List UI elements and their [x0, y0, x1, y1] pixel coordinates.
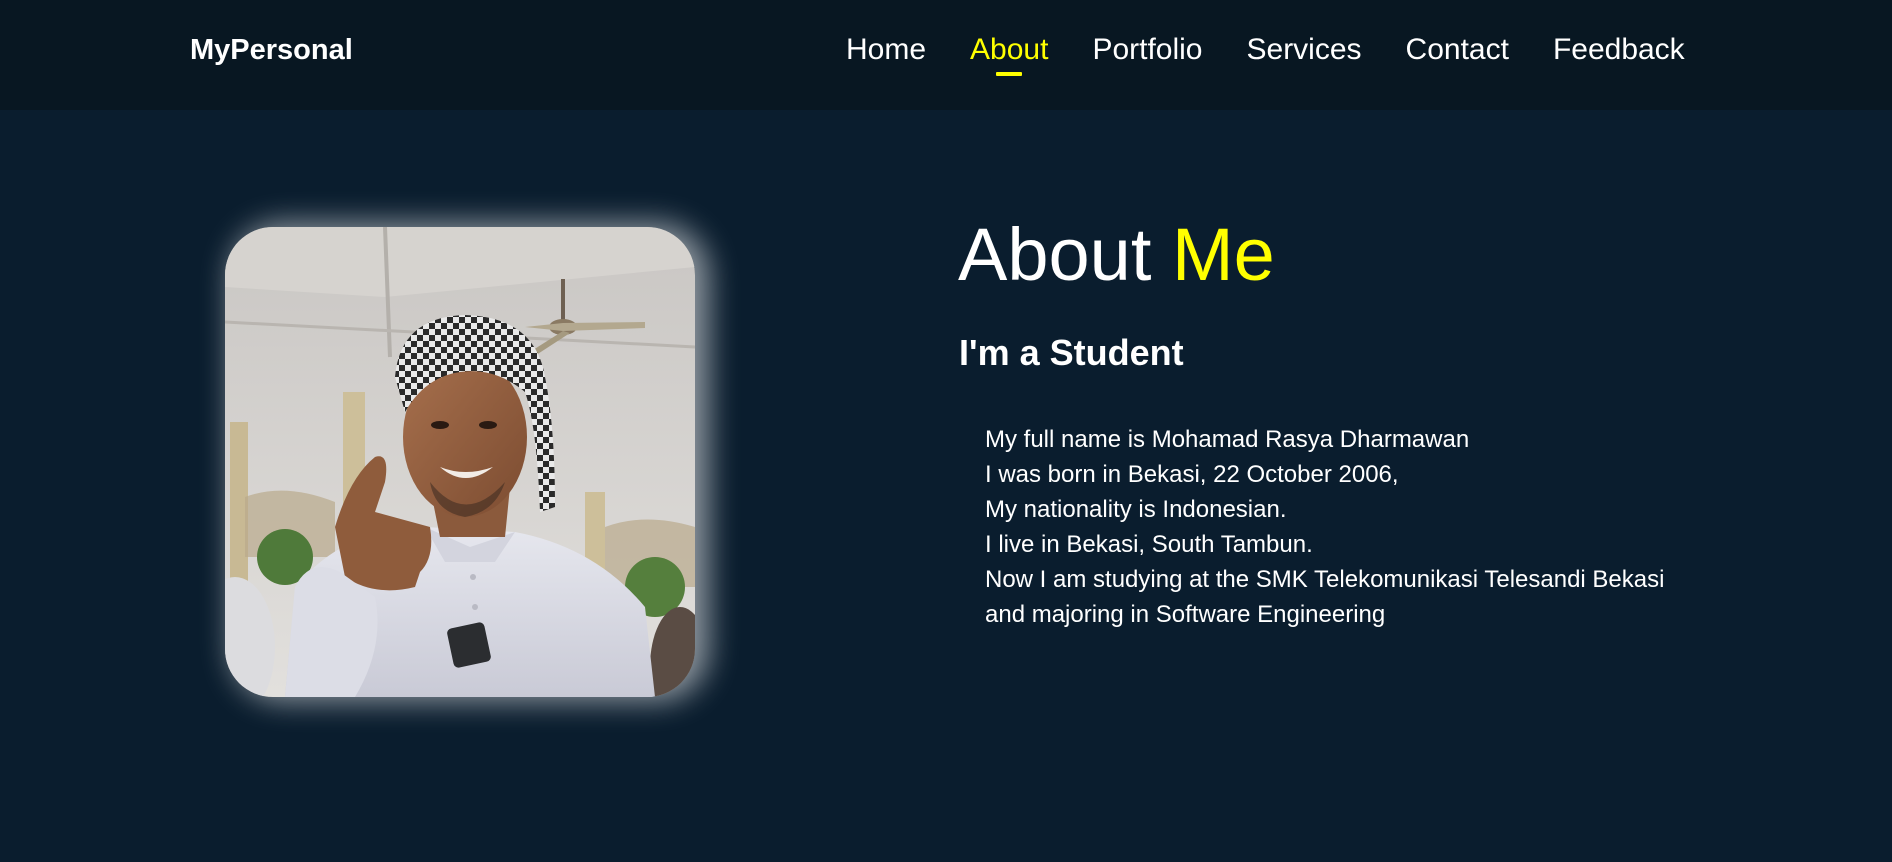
about-title: About Me: [958, 218, 1275, 292]
navbar: MyPersonal Home About Portfolio Services…: [0, 0, 1892, 110]
brand-logo[interactable]: MyPersonal: [190, 34, 353, 67]
nav-link-services[interactable]: Services: [1247, 33, 1362, 67]
nav-link-home[interactable]: Home: [846, 33, 926, 67]
about-subtitle: I'm a Student: [959, 332, 1184, 373]
bio-line: I live in Bekasi, South Tambun.: [985, 531, 1313, 558]
nav-link-about[interactable]: About: [970, 33, 1048, 67]
nav-link-contact[interactable]: Contact: [1406, 33, 1509, 67]
bio-list: My full name is Mohamad Rasya Dharmawan …: [985, 422, 1664, 632]
nav-link-portfolio[interactable]: Portfolio: [1092, 33, 1202, 67]
bio-line: My full name is Mohamad Rasya Dharmawan: [985, 426, 1470, 453]
about-title-part1: About: [958, 213, 1172, 296]
bio-line: My nationality is Indonesian.: [985, 496, 1287, 523]
about-title-accent: Me: [1171, 213, 1275, 296]
bio-line: I was born in Bekasi, 22 October 2006,: [985, 461, 1399, 488]
profile-photo: [225, 227, 695, 697]
bio-line: and majoring in Software Engineering: [985, 601, 1386, 628]
nav-link-feedback[interactable]: Feedback: [1553, 33, 1685, 67]
nav-menu: Home About Portfolio Services Contact Fe…: [846, 33, 1685, 67]
bio-line: Now I am studying at the SMK Telekomunik…: [985, 566, 1665, 593]
